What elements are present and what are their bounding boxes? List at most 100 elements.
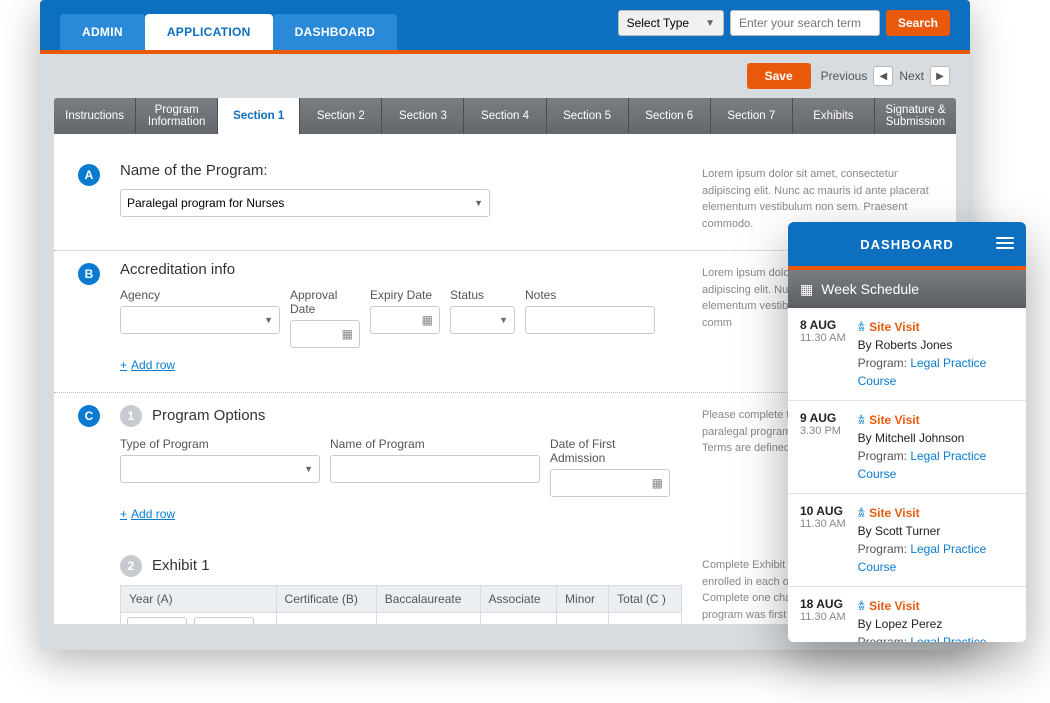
save-button[interactable]: Save <box>747 63 811 89</box>
list-item[interactable]: 10 AUG11.30 AM 𖠋Site Visit By Scott Turn… <box>788 494 1026 587</box>
list-item[interactable]: 8 AUG11.30 AM 𖠋Site Visit By Roberts Jon… <box>788 308 1026 401</box>
menu-icon[interactable] <box>996 234 1014 252</box>
item-by: Lopez Perez <box>875 617 942 631</box>
search-input[interactable] <box>730 10 880 36</box>
select-type-dropdown[interactable]: Select Type ▼ <box>618 10 724 36</box>
item-title: Site Visit <box>869 320 919 334</box>
person-icon: 𖠋 <box>858 411 866 429</box>
section-tabs: Instructions Program Information Section… <box>54 98 956 134</box>
calendar-icon: ▦ <box>422 313 433 327</box>
cell-certificate[interactable] <box>276 613 376 625</box>
notes-input[interactable] <box>525 306 655 334</box>
top-bar: ADMIN APPLICATION DASHBOARD Select Type … <box>40 0 970 50</box>
add-row-button[interactable]: +Add row <box>120 358 175 372</box>
item-date: 9 AUG <box>800 411 848 425</box>
select-type-label: Select Type <box>627 16 689 30</box>
name-of-program-input[interactable] <box>330 455 540 483</box>
section-c1-title: Program Options <box>152 407 265 424</box>
chevron-down-icon: ▼ <box>264 315 273 325</box>
calendar-icon: ▦ <box>800 281 813 298</box>
item-by: Roberts Jones <box>875 338 952 352</box>
search-button[interactable]: Search <box>886 10 950 36</box>
col-certificate: Certificate (B) <box>276 586 376 613</box>
section-badge-b: B <box>78 263 100 285</box>
type-of-program-select[interactable]: ▼ <box>120 455 320 483</box>
schedule-list: 8 AUG11.30 AM 𖠋Site Visit By Roberts Jon… <box>788 308 1026 642</box>
type-of-program-label: Type of Program <box>120 437 320 451</box>
subtab-section-5[interactable]: Section 5 <box>547 98 629 134</box>
col-baccalaureate: Baccalaureate <box>376 586 480 613</box>
tab-application[interactable]: APPLICATION <box>145 14 273 50</box>
action-toolbar: Save Previous ◀ Next ▶ <box>40 54 970 98</box>
subtab-signature[interactable]: Signature & Submission <box>875 98 956 134</box>
mobile-header: DASHBOARD <box>788 222 1026 266</box>
item-time: 11.30 AM <box>800 611 846 623</box>
subsection-badge-2: 2 <box>120 555 142 577</box>
subtab-section-4[interactable]: Section 4 <box>464 98 546 134</box>
cell-minor[interactable] <box>557 613 609 625</box>
pager: Previous ◀ Next ▶ <box>821 66 950 86</box>
next-button[interactable]: ▶ <box>930 66 950 86</box>
item-title: Site Visit <box>869 599 919 613</box>
subtab-exhibits[interactable]: Exhibits <box>793 98 875 134</box>
section-a-title: Name of the Program: <box>120 162 682 179</box>
chevron-down-icon: ▼ <box>499 315 508 325</box>
col-associate: Associate <box>480 586 557 613</box>
calendar-icon: ▦ <box>215 622 226 624</box>
agency-select[interactable]: ▼ <box>120 306 280 334</box>
mobile-header-title: DASHBOARD <box>860 237 954 252</box>
list-item[interactable]: 18 AUG11.30 AM 𖠋Site Visit By Lopez Pere… <box>788 587 1026 642</box>
next-label: Next <box>899 69 924 83</box>
subtab-section-2[interactable]: Section 2 <box>300 98 382 134</box>
previous-button[interactable]: ◀ <box>873 66 893 86</box>
col-minor: Minor <box>557 586 609 613</box>
expiry-date-input[interactable]: ▦ <box>370 306 440 334</box>
tab-admin[interactable]: ADMIN <box>60 14 145 50</box>
section-badge-c: C <box>78 405 100 427</box>
notes-label: Notes <box>525 288 655 302</box>
subtab-section-3[interactable]: Section 3 <box>382 98 464 134</box>
item-title: Site Visit <box>869 506 919 520</box>
top-nav-tabs: ADMIN APPLICATION DASHBOARD <box>60 14 397 50</box>
item-by: Scott Turner <box>875 524 940 538</box>
status-select[interactable]: ▼ <box>450 306 515 334</box>
calendar-icon: ▦ <box>652 476 663 490</box>
year-from-input[interactable]: From▦ <box>127 617 187 624</box>
item-time: 11.30 AM <box>800 518 846 530</box>
subtab-program-info[interactable]: Program Information <box>136 98 218 134</box>
mobile-subheader-title: Week Schedule <box>821 281 919 297</box>
date-first-admission-input[interactable]: ▦ <box>550 469 670 497</box>
calendar-icon: ▦ <box>342 327 353 341</box>
subtab-section-7[interactable]: Section 7 <box>711 98 793 134</box>
item-title: Site Visit <box>869 413 919 427</box>
list-item[interactable]: 9 AUG3.30 PM 𖠋Site Visit By Mitchell Joh… <box>788 401 1026 494</box>
person-icon: 𖠋 <box>858 597 866 615</box>
item-date: 8 AUG <box>800 318 848 332</box>
subtab-instructions[interactable]: Instructions <box>54 98 136 134</box>
subtab-section-1[interactable]: Section 1 <box>218 98 300 134</box>
item-time: 11.30 AM <box>800 332 846 344</box>
approval-date-label: Approval Date <box>290 288 360 316</box>
tab-dashboard[interactable]: DASHBOARD <box>273 14 398 50</box>
cell-associate[interactable] <box>480 613 557 625</box>
add-row-button[interactable]: +Add row <box>120 507 175 521</box>
item-time: 3.30 PM <box>800 425 841 437</box>
chevron-down-icon: ▼ <box>705 18 715 29</box>
name-of-program-label: Name of Program <box>330 437 540 451</box>
previous-label: Previous <box>821 69 868 83</box>
exhibit-table: Year (A) Certificate (B) Baccalaureate A… <box>120 585 682 624</box>
status-label: Status <box>450 288 515 302</box>
section-b-title: Accreditation info <box>120 261 682 278</box>
approval-date-input[interactable]: ▦ <box>290 320 360 348</box>
mobile-subheader: ▦ Week Schedule <box>788 270 1026 308</box>
chevron-down-icon: ▼ <box>474 198 483 208</box>
program-name-select[interactable]: Paralegal program for Nurses ▼ <box>120 189 490 217</box>
cell-total[interactable] <box>609 613 682 625</box>
year-to-input[interactable]: To▦ <box>194 617 254 624</box>
section-badge-a: A <box>78 164 100 186</box>
chevron-down-icon: ▼ <box>304 464 313 474</box>
person-icon: 𖠋 <box>858 504 866 522</box>
col-year: Year (A) <box>121 586 277 613</box>
cell-baccalaureate[interactable] <box>376 613 480 625</box>
subtab-section-6[interactable]: Section 6 <box>629 98 711 134</box>
